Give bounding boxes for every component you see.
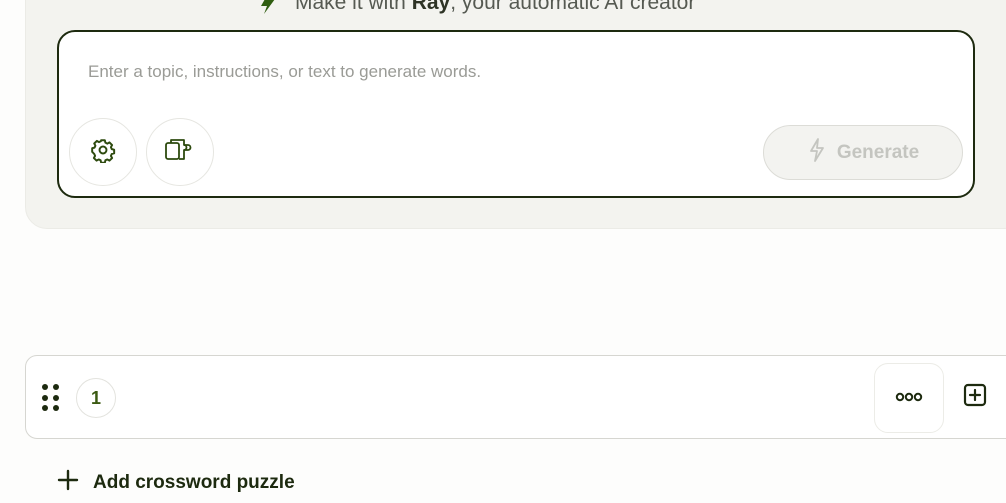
add-crossword-puzzle-button[interactable]: Add crossword puzzle bbox=[57, 469, 295, 497]
drag-handle-icon[interactable] bbox=[42, 384, 62, 412]
add-item-button[interactable] bbox=[962, 383, 988, 412]
ai-headline: Make it with Ray, your automatic AI crea… bbox=[255, 0, 695, 16]
headline-suffix: , your automatic AI creator bbox=[450, 0, 696, 14]
headline-text: Make it with Ray, your automatic AI crea… bbox=[295, 0, 695, 15]
page: Make it with Ray, your automatic AI crea… bbox=[0, 0, 1006, 503]
more-dots-icon bbox=[895, 389, 923, 407]
generate-button[interactable]: Generate bbox=[763, 125, 963, 180]
add-crossword-label: Add crossword puzzle bbox=[93, 472, 295, 493]
gear-icon bbox=[90, 137, 116, 168]
spark-icon bbox=[255, 0, 281, 16]
puzzle-import-icon bbox=[164, 137, 196, 168]
headline-brand: Ray bbox=[411, 0, 451, 14]
more-options-button[interactable] bbox=[874, 363, 944, 433]
plus-icon bbox=[57, 469, 79, 497]
settings-button[interactable] bbox=[69, 118, 137, 186]
prompt-box: Generate bbox=[57, 30, 975, 198]
plus-square-icon bbox=[963, 383, 987, 412]
generate-label: Generate bbox=[836, 141, 920, 163]
headline-prefix: Make it with bbox=[295, 0, 412, 14]
prompt-input[interactable] bbox=[88, 62, 948, 82]
crossword-item-row: 1 bbox=[25, 355, 1006, 439]
lightning-icon bbox=[807, 137, 827, 169]
item-number-badge: 1 bbox=[76, 378, 116, 418]
import-button[interactable] bbox=[146, 118, 214, 186]
